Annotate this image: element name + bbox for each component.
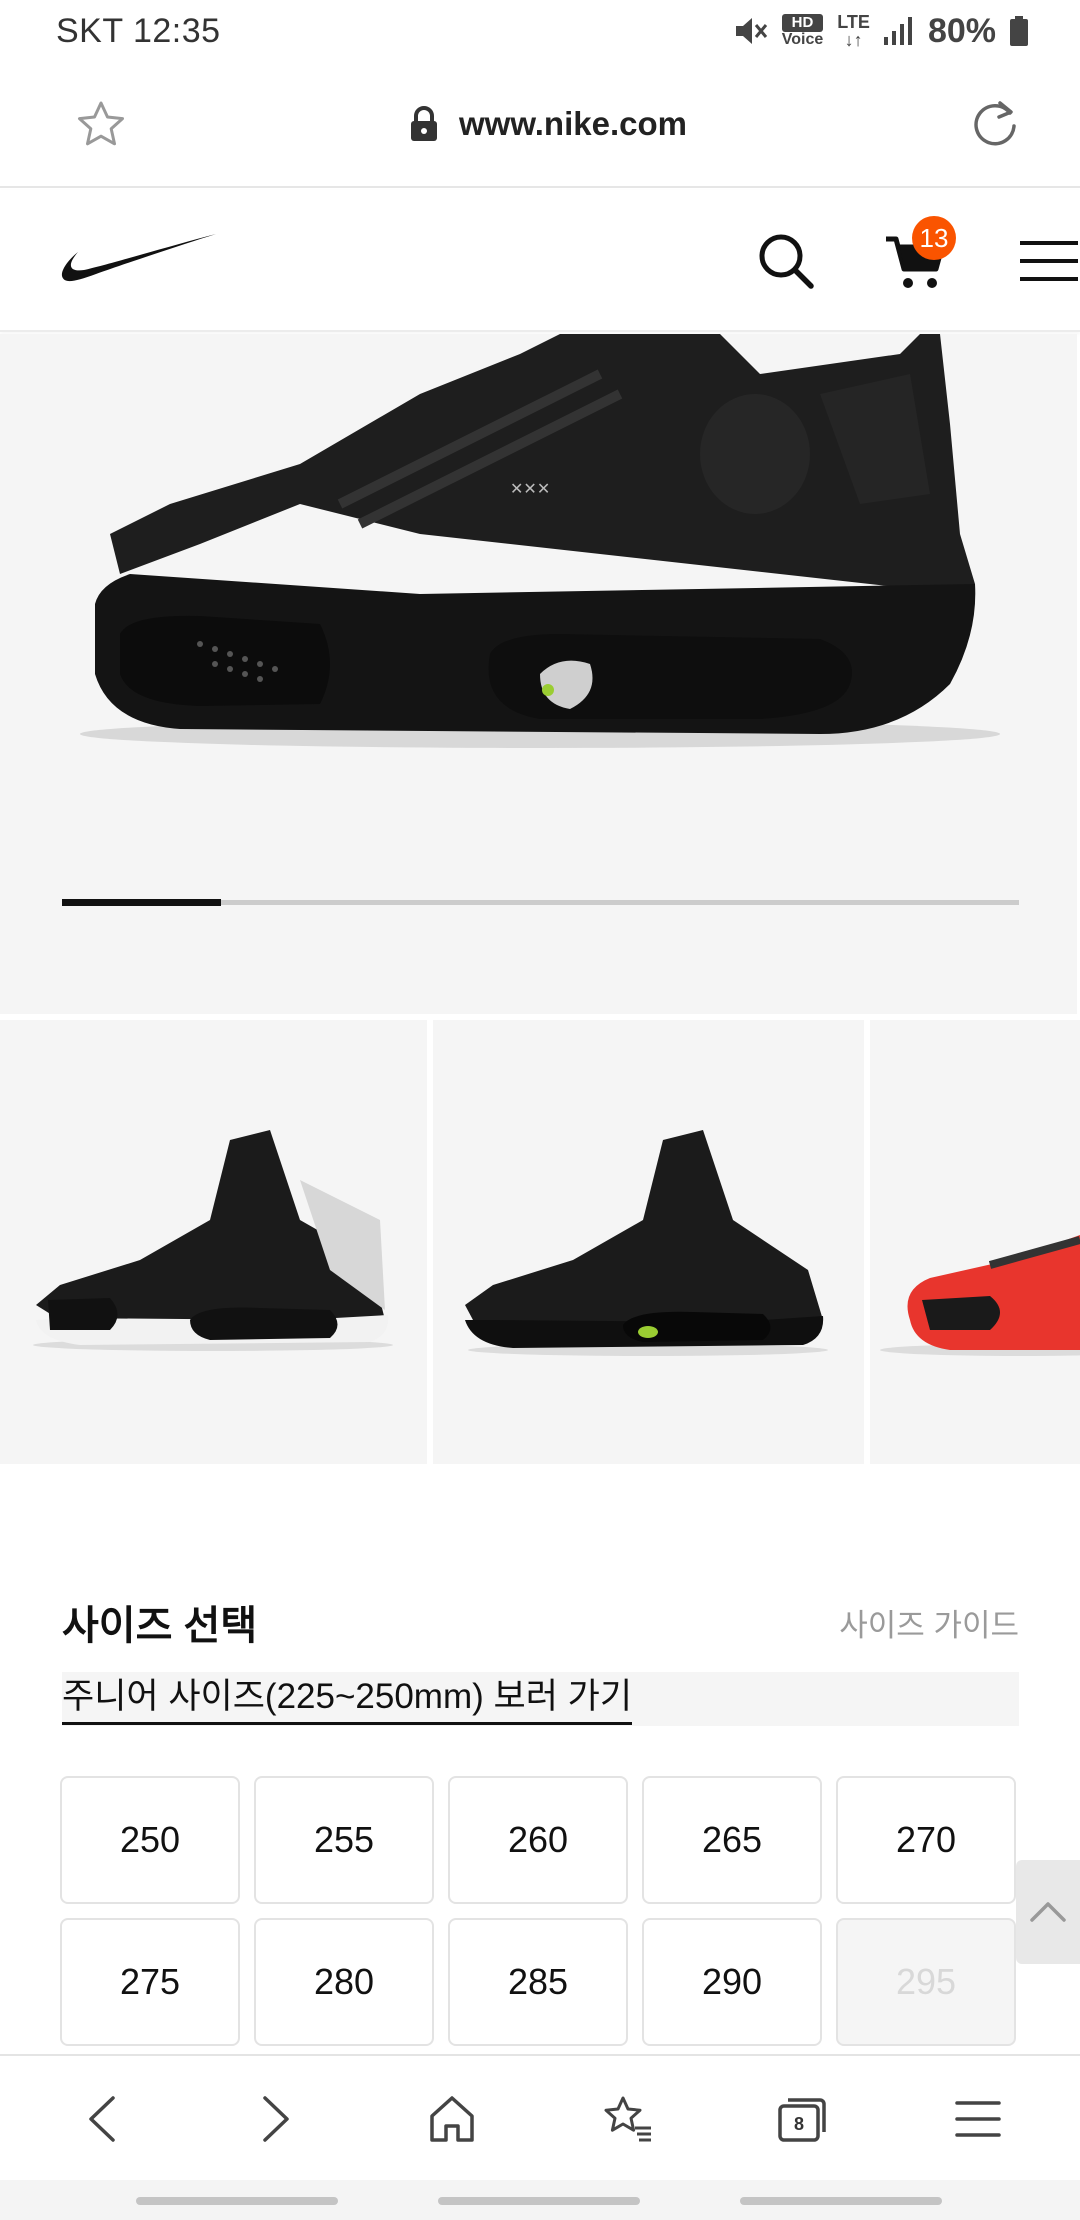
color-variant-thumbnail[interactable]: [433, 1020, 864, 1464]
chevron-left-icon: [89, 2096, 115, 2142]
status-bar: SKT 12:35 HD Voice LTE ↓↑ 80%: [0, 0, 1080, 62]
hamburger-menu-icon: [955, 2101, 1001, 2137]
url-text: www.nike.com: [458, 105, 687, 142]
site-header: 13: [0, 190, 1080, 332]
hamburger-menu-icon: [1020, 241, 1078, 281]
tab-count: 8: [793, 2113, 804, 2134]
chevron-up-icon: [1030, 1902, 1066, 1922]
product-image-carousel[interactable]: ✕✕✕: [0, 334, 1077, 1014]
battery-icon: [1010, 16, 1028, 46]
size-option-295: 295: [836, 1918, 1016, 2046]
junior-size-link-row: 주니어 사이즈(225~250mm) 보러 가기: [62, 1672, 1019, 1726]
size-option-285[interactable]: 285: [448, 1918, 628, 2046]
junior-size-link[interactable]: 주니어 사이즈(225~250mm) 보러 가기: [62, 1674, 633, 1725]
carousel-progress-track: [62, 899, 1019, 906]
browser-url-bar: www.nike.com: [0, 62, 1080, 188]
size-heading-row: 사이즈 선택 사이즈 가이드: [62, 1580, 1019, 1664]
search-icon: [759, 234, 814, 289]
color-variant-thumbnail[interactable]: [0, 1020, 427, 1464]
size-title: 사이즈 선택: [62, 1604, 258, 1648]
color-variant-thumbnails: [0, 1020, 1080, 1464]
color-variant-thumbnail[interactable]: [870, 1020, 1080, 1464]
size-grid: 250 255 260 265 270 275 280 285 290 295: [60, 1776, 1020, 2046]
bookmarks-button[interactable]: [568, 2056, 688, 2182]
chevron-right-icon: [263, 2096, 289, 2142]
product-shoe-image: ✕✕✕: [80, 334, 1000, 748]
hd-voice-icon: HD Voice: [781, 14, 824, 48]
gesture-pill[interactable]: [136, 2197, 338, 2205]
tabs-button[interactable]: 8: [742, 2056, 862, 2182]
gesture-pill[interactable]: [740, 2197, 942, 2205]
browser-bottom-bar: 8: [0, 2054, 1080, 2180]
size-option-290[interactable]: 290: [642, 1918, 822, 2046]
lte-icon: LTE ↓↑: [837, 12, 870, 50]
reload-icon[interactable]: [970, 99, 1020, 149]
gesture-navigation-bar: [0, 2180, 1080, 2220]
cart-button[interactable]: 13: [876, 190, 956, 332]
cart-count-badge: 13: [912, 216, 956, 260]
back-button[interactable]: [42, 2056, 162, 2182]
nike-swoosh-logo[interactable]: [60, 232, 218, 288]
carrier-time: SKT 12:35: [56, 11, 221, 50]
size-option-250[interactable]: 250: [60, 1776, 240, 1904]
bookmark-star-icon[interactable]: [76, 100, 126, 148]
size-option-255[interactable]: 255: [254, 1776, 434, 1904]
url-field[interactable]: www.nike.com: [409, 105, 687, 143]
home-button[interactable]: [392, 2056, 512, 2182]
search-button[interactable]: [756, 190, 816, 332]
lock-icon: [410, 106, 437, 141]
size-option-260[interactable]: 260: [448, 1776, 628, 1904]
size-option-280[interactable]: 280: [254, 1918, 434, 2046]
svg-text:✕✕✕: ✕✕✕: [510, 479, 550, 498]
status-icons: HD Voice LTE ↓↑ 80%: [734, 12, 1028, 51]
size-guide-link[interactable]: 사이즈 가이드: [839, 1600, 1019, 1645]
shoe-black-image: [465, 1130, 828, 1356]
shoe-red-image: [880, 1235, 1080, 1356]
bookmark-list-icon: [604, 2096, 651, 2142]
battery-percent: 80%: [927, 11, 996, 50]
size-option-265[interactable]: 265: [642, 1776, 822, 1904]
forward-button[interactable]: [216, 2056, 336, 2182]
size-selection-section: 사이즈 선택 사이즈 가이드 주니어 사이즈(225~250mm) 보러 가기 …: [60, 1580, 1019, 2046]
home-icon: [430, 2096, 474, 2142]
shoe-white-black-image: [33, 1130, 393, 1351]
scroll-to-top-button[interactable]: [1016, 1860, 1080, 1964]
menu-button[interactable]: [1016, 190, 1080, 332]
gesture-pill[interactable]: [438, 2197, 640, 2205]
carousel-progress-fill: [62, 899, 221, 906]
signal-icon: [883, 17, 912, 45]
size-option-275[interactable]: 275: [60, 1918, 240, 2046]
size-option-270[interactable]: 270: [836, 1776, 1016, 1904]
mute-icon: [735, 18, 767, 44]
browser-menu-button[interactable]: [918, 2056, 1038, 2182]
